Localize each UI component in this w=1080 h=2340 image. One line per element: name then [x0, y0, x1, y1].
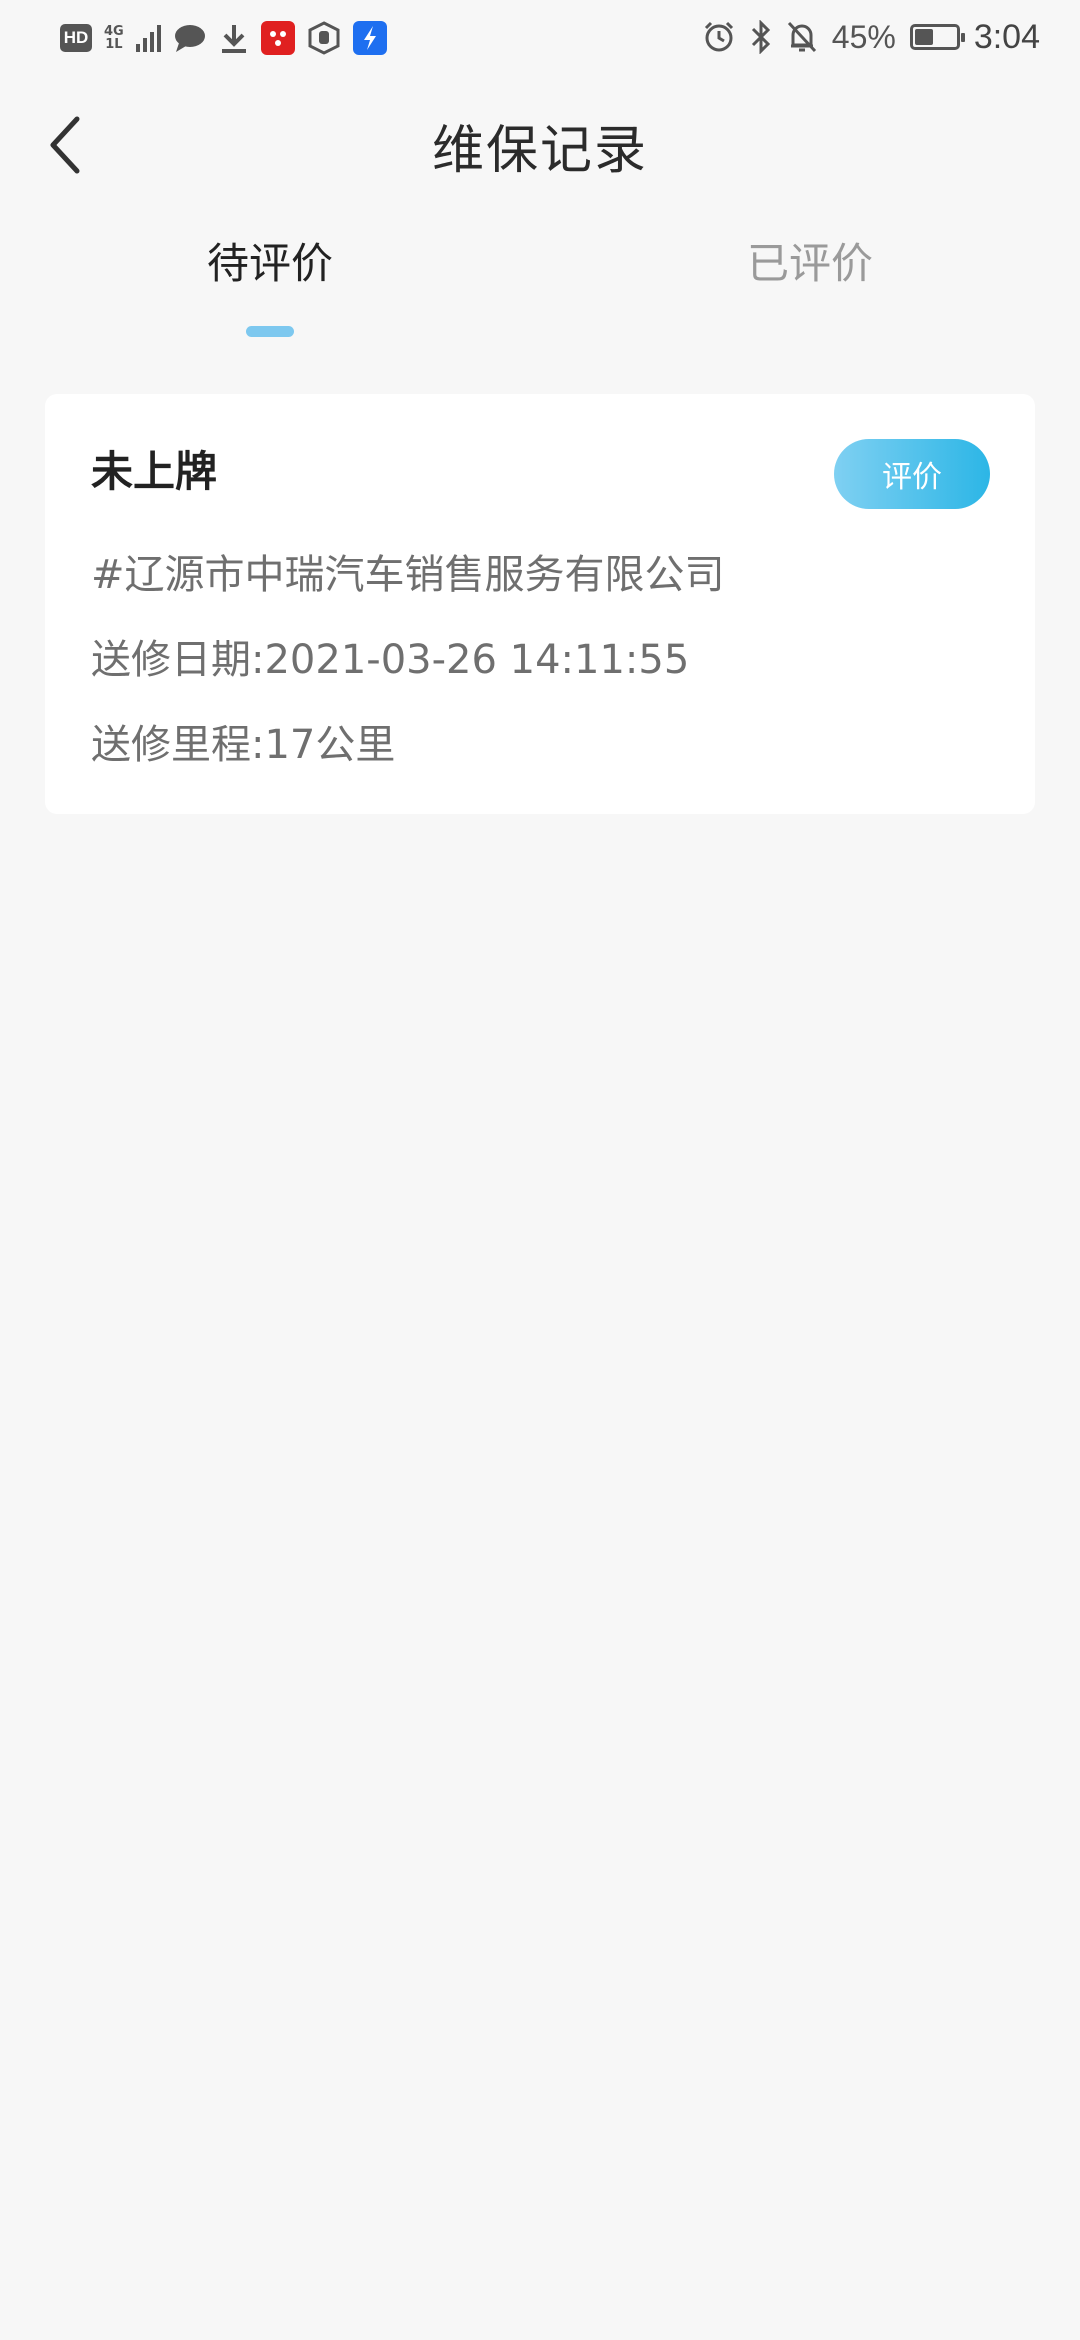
service-mileage: 送修里程:17公里	[91, 722, 396, 768]
status-left-icons: HD 4G 1L	[60, 18, 387, 58]
tab-label: 已评价	[746, 239, 873, 288]
battery-fill	[914, 29, 933, 45]
tab-active-indicator	[246, 326, 294, 337]
battery-tip	[960, 33, 965, 42]
blue-app-icon	[352, 21, 387, 55]
download-icon	[219, 21, 249, 55]
battery-icon	[909, 24, 965, 50]
alarm-icon	[702, 20, 736, 54]
tab-reviewed[interactable]: 已评价	[540, 230, 1080, 340]
network-sub-label: 1L	[105, 37, 123, 52]
service-company: #辽源市中瑞汽车销售服务有限公司	[91, 552, 725, 598]
red-app-icon	[260, 21, 295, 55]
rate-button[interactable]: 评价	[834, 439, 990, 509]
signal-strength-icon	[135, 24, 161, 52]
battery-percent: 45%	[831, 18, 896, 55]
maintenance-record-card[interactable]: 未上牌 评价 #辽源市中瑞汽车销售服务有限公司 送修日期:2021-03-26 …	[45, 394, 1035, 814]
4g-network-icon: 4G 1L	[104, 21, 124, 55]
status-time: 3:04	[973, 17, 1040, 56]
service-date: 送修日期:2021-03-26 14:11:55	[91, 637, 690, 683]
hd-icon: HD	[60, 24, 92, 52]
tab-pending-review[interactable]: 待评价	[0, 230, 540, 340]
page-title: 维保记录	[431, 121, 648, 181]
mute-bell-icon	[786, 20, 818, 54]
bluetooth-icon	[750, 20, 772, 54]
hand-app-icon	[307, 21, 341, 55]
message-bubble-icon	[173, 21, 207, 55]
header: 维保记录	[0, 90, 1080, 200]
tab-label: 待评价	[206, 239, 333, 288]
status-bar: HD 4G 1L 45% 3:04	[0, 0, 1080, 75]
status-right-icons: 45% 3:04	[702, 16, 1040, 58]
tab-bar: 待评价 已评价	[0, 230, 1080, 350]
license-plate: 未上牌	[91, 447, 218, 496]
